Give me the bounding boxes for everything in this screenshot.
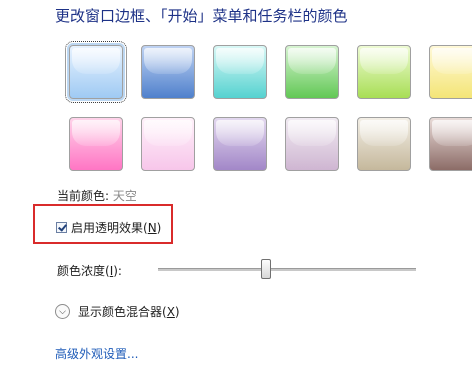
intensity-label: 颜色浓度(I): <box>57 262 122 279</box>
swatch-gloss <box>288 48 336 74</box>
show-mixer-toggle[interactable]: ⌵ 显示颜色混合器(X) <box>55 303 180 320</box>
color-swatch[interactable] <box>141 45 195 99</box>
swatch-gloss <box>216 120 264 146</box>
swatch-gloss <box>360 48 408 74</box>
mixer-label-after: ) <box>174 305 180 319</box>
mixer-mnemonic: X <box>166 305 175 319</box>
swatch-gloss <box>432 48 472 74</box>
swatch-gloss <box>72 48 120 74</box>
advanced-appearance-link[interactable]: 高级外观设置... <box>55 345 138 362</box>
swatch-gloss <box>144 48 192 74</box>
chevron-down-icon[interactable]: ⌵ <box>55 304 70 319</box>
swatch-gloss <box>432 120 472 146</box>
intensity-label-before: 颜色浓度( <box>57 264 110 278</box>
intensity-slider-thumb[interactable] <box>261 259 272 279</box>
color-swatch[interactable] <box>213 117 267 171</box>
transparency-option[interactable]: 启用透明效果(N) <box>56 219 161 236</box>
color-swatch[interactable] <box>357 117 411 171</box>
mixer-label[interactable]: 显示颜色混合器(X) <box>78 303 180 320</box>
current-color-value: 天空 <box>112 189 137 203</box>
color-swatch[interactable] <box>429 45 472 99</box>
transparency-label-after: ) <box>156 221 162 235</box>
transparency-checkbox[interactable] <box>56 222 67 233</box>
intensity-label-after: ): <box>113 264 122 278</box>
swatch-gloss <box>216 48 264 74</box>
color-swatch[interactable] <box>357 45 411 99</box>
color-swatch[interactable] <box>285 117 339 171</box>
intensity-slider-track[interactable] <box>158 268 416 271</box>
color-swatch[interactable] <box>69 117 123 171</box>
color-swatch[interactable] <box>141 117 195 171</box>
transparency-label-before: 启用透明效果( <box>71 221 148 235</box>
color-swatch[interactable] <box>285 45 339 99</box>
color-swatch[interactable] <box>65 41 127 103</box>
swatch-gloss <box>144 120 192 146</box>
transparency-mnemonic: N <box>147 221 157 235</box>
current-color-caption: 当前颜色: <box>57 189 110 203</box>
page-title: 更改窗口边框、「开始」菜单和任务栏的颜色 <box>55 7 348 25</box>
color-swatch[interactable] <box>429 117 472 171</box>
transparency-label[interactable]: 启用透明效果(N) <box>71 219 161 236</box>
color-swatch[interactable] <box>213 45 267 99</box>
current-color-label: 当前颜色: 天空 <box>57 187 137 204</box>
swatch-gloss <box>360 120 408 146</box>
mixer-label-before: 显示颜色混合器( <box>78 305 167 319</box>
swatch-gloss <box>288 120 336 146</box>
swatch-gloss <box>72 120 120 146</box>
